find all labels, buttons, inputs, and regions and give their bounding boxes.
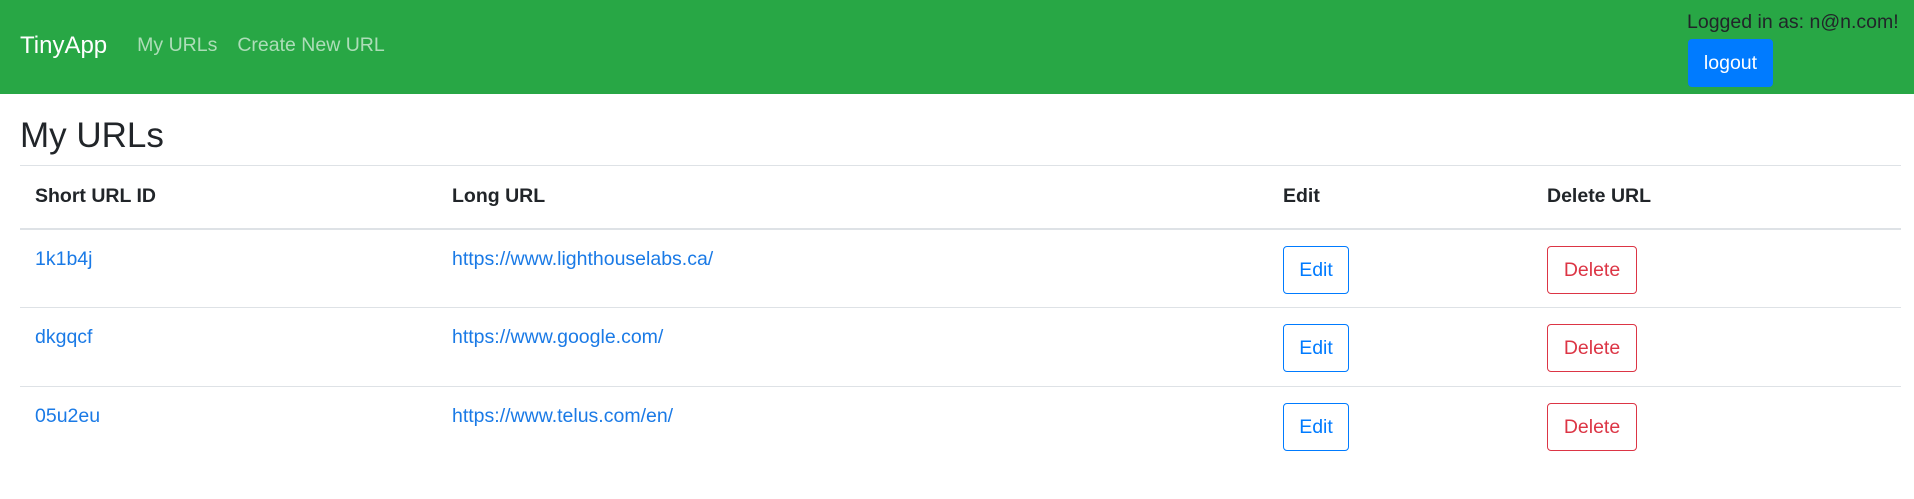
short-url-link[interactable]: dkgqcf	[35, 326, 92, 348]
user-box: Logged in as: n@n.com! logout	[1687, 11, 1899, 87]
short-url-link[interactable]: 05u2eu	[35, 405, 100, 427]
long-url-link[interactable]: https://www.google.com/	[452, 326, 663, 348]
logged-in-text: Logged in as: n@n.com!	[1687, 11, 1899, 33]
edit-button[interactable]: Edit	[1283, 245, 1349, 294]
urls-table: Short URL ID Long URL Edit Delete URL 1k…	[20, 165, 1901, 466]
logout-button[interactable]: logout	[1688, 39, 1773, 87]
delete-button[interactable]: Delete	[1547, 245, 1637, 294]
header-long-url: Long URL	[437, 165, 1268, 230]
brand-link[interactable]: TinyApp	[20, 32, 107, 60]
header-short-url-id: Short URL ID	[20, 165, 437, 230]
short-url-link[interactable]: 1k1b4j	[35, 248, 92, 270]
table-row: dkgqcf https://www.google.com/ Edit Dele…	[20, 307, 1901, 387]
table-header-row: Short URL ID Long URL Edit Delete URL	[20, 165, 1901, 230]
nav-link-create-new-url[interactable]: Create New URL	[237, 34, 384, 57]
top-navbar: TinyApp My URLs Create New URL Logged in…	[0, 0, 1914, 94]
long-url-link[interactable]: https://www.lighthouselabs.ca/	[452, 248, 713, 270]
header-delete-url: Delete URL	[1532, 165, 1901, 230]
urls-table-container: Short URL ID Long URL Edit Delete URL 1k…	[20, 165, 1901, 466]
edit-button[interactable]: Edit	[1283, 403, 1349, 451]
table-row: 1k1b4j https://www.lighthouselabs.ca/ Ed…	[20, 228, 1901, 308]
table-row: 05u2eu https://www.telus.com/en/ Edit De…	[20, 387, 1901, 466]
header-edit: Edit	[1268, 165, 1532, 230]
long-url-link[interactable]: https://www.telus.com/en/	[452, 405, 673, 427]
delete-button[interactable]: Delete	[1547, 324, 1637, 372]
page-title: My URLs	[20, 116, 164, 155]
delete-button[interactable]: Delete	[1547, 403, 1637, 451]
nav-link-my-urls[interactable]: My URLs	[137, 34, 217, 57]
edit-button[interactable]: Edit	[1283, 324, 1349, 372]
